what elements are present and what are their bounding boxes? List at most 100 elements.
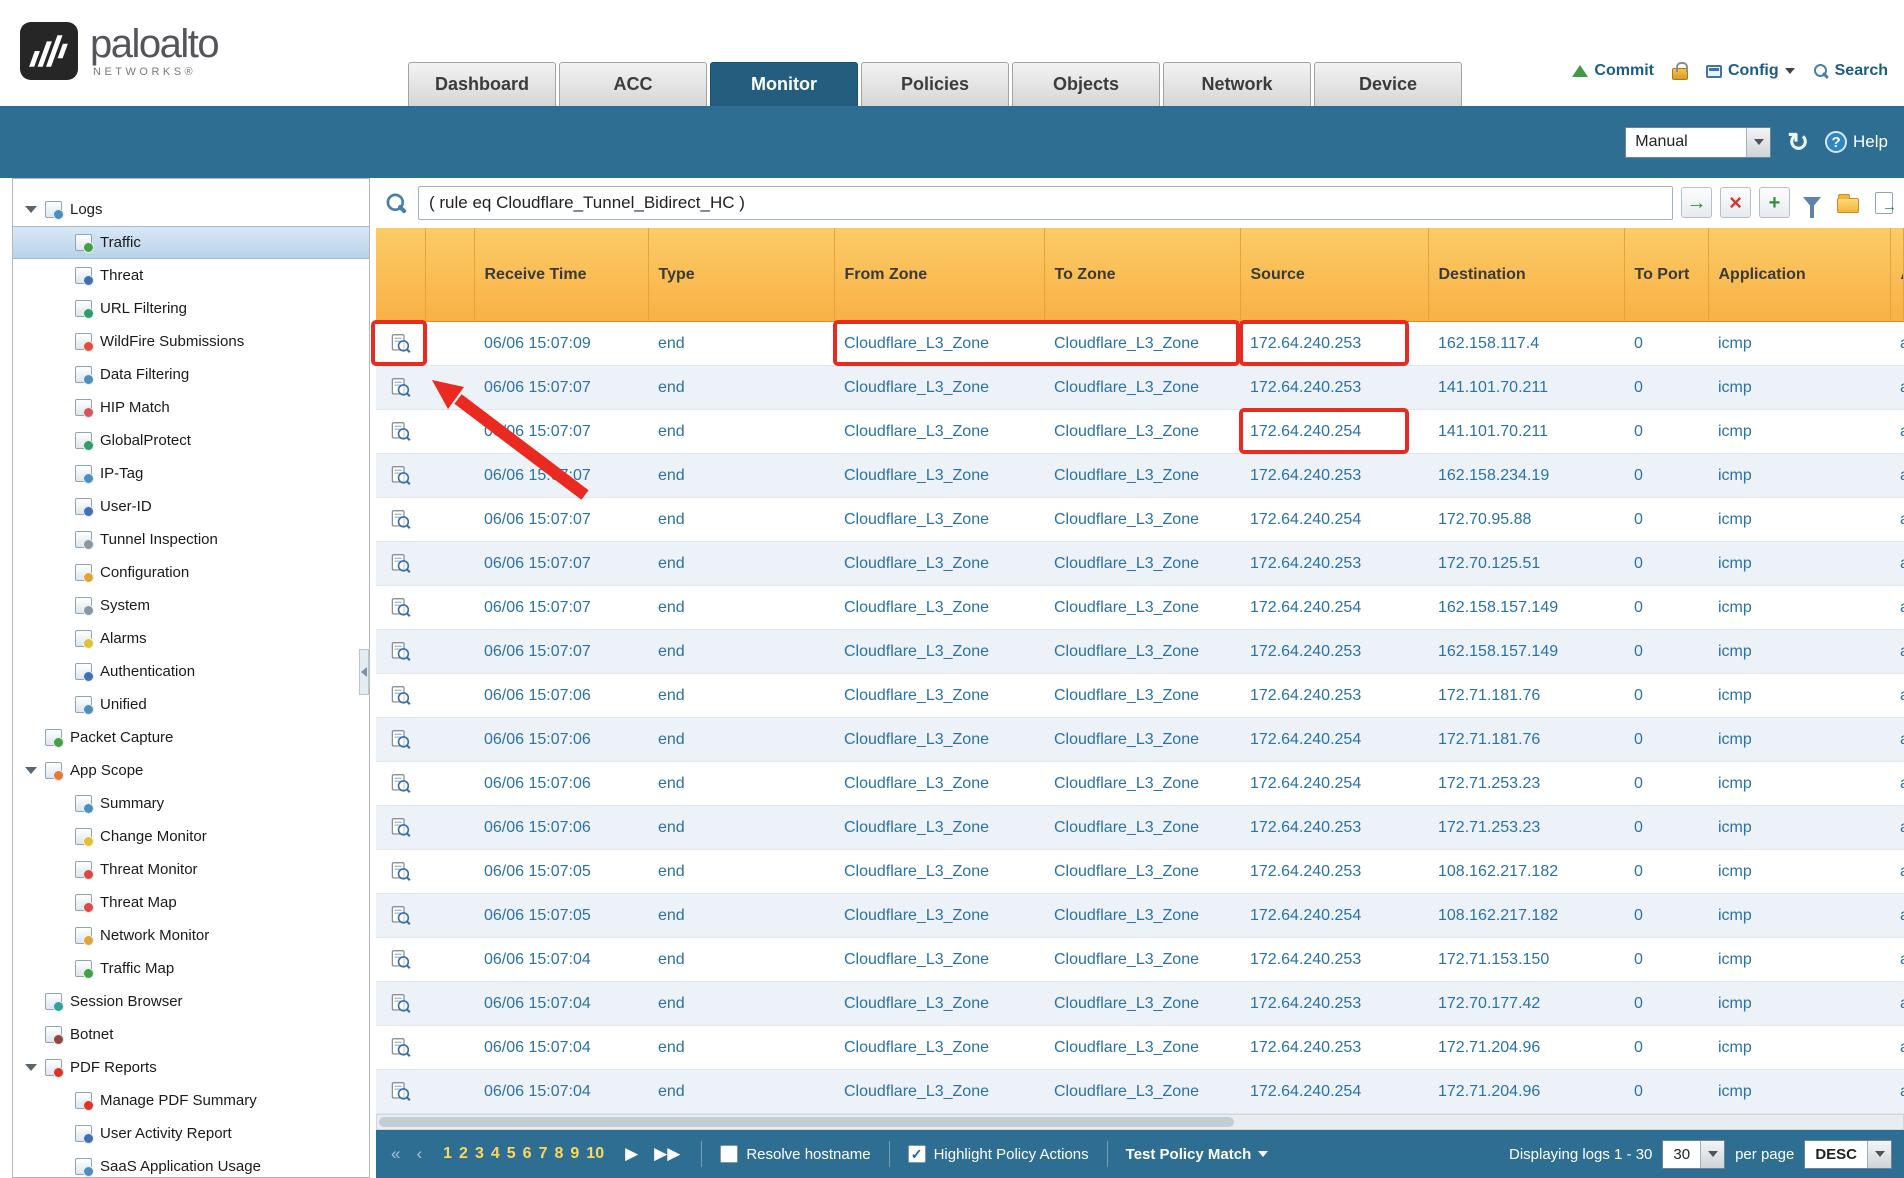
table-row[interactable]: 06/06 15:07:09 end Cloudflare_L3_Zone Cl… <box>376 322 1904 366</box>
expand-caret-icon[interactable] <box>25 1064 37 1071</box>
log-detail-icon[interactable] <box>390 773 411 794</box>
cell-source[interactable]: 172.64.240.253 <box>1240 322 1428 366</box>
log-detail-icon[interactable] <box>390 1037 411 1058</box>
sidebar-item-threat-monitor[interactable]: Threat Monitor <box>13 853 369 886</box>
log-detail-icon[interactable] <box>390 861 411 882</box>
sort-order-select[interactable]: DESC <box>1804 1140 1892 1169</box>
sidebar-item-user-activity-report[interactable]: User Activity Report <box>13 1117 369 1150</box>
cell-detail[interactable] <box>376 630 425 674</box>
cell-detail[interactable] <box>376 674 425 718</box>
cell-detail[interactable] <box>376 982 425 1026</box>
cell-from-zone[interactable]: Cloudflare_L3_Zone <box>834 410 1044 454</box>
cell-to-zone[interactable]: Cloudflare_L3_Zone <box>1044 718 1240 762</box>
cell-source[interactable]: 172.64.240.253 <box>1240 542 1428 586</box>
tab-acc[interactable]: ACC <box>559 62 707 106</box>
resolve-hostname-checkbox[interactable] <box>720 1145 738 1163</box>
cell-destination[interactable]: 172.71.181.76 <box>1428 674 1624 718</box>
sidebar-item-manage-pdf-summary[interactable]: Manage PDF Summary <box>13 1084 369 1117</box>
cell-source[interactable]: 172.64.240.253 <box>1240 366 1428 410</box>
table-row[interactable]: 06/06 15:07:04 end Cloudflare_L3_Zone Cl… <box>376 938 1904 982</box>
cell-source[interactable]: 172.64.240.254 <box>1240 718 1428 762</box>
cell-source[interactable]: 172.64.240.254 <box>1240 894 1428 938</box>
page-number[interactable]: 4 <box>491 1145 500 1163</box>
cell-from-zone[interactable]: Cloudflare_L3_Zone <box>834 982 1044 1026</box>
cell-destination[interactable]: 172.71.204.96 <box>1428 1026 1624 1070</box>
cell-application[interactable]: icmp <box>1708 366 1890 410</box>
sidebar-item-threat-map[interactable]: Threat Map <box>13 886 369 919</box>
cell-source[interactable]: 172.64.240.254 <box>1240 410 1428 454</box>
cell-destination[interactable]: 162.158.157.149 <box>1428 630 1624 674</box>
cell-application[interactable]: icmp <box>1708 410 1890 454</box>
log-detail-icon[interactable] <box>390 729 411 750</box>
cell-detail[interactable] <box>376 1070 425 1114</box>
sidebar-item-ip-tag[interactable]: IP-Tag <box>13 457 369 490</box>
cell-detail[interactable] <box>376 366 425 410</box>
cell-source[interactable]: 172.64.240.254 <box>1240 586 1428 630</box>
col-source[interactable]: Source <box>1240 228 1428 322</box>
cell-source[interactable]: 172.64.240.254 <box>1240 1070 1428 1114</box>
table-row[interactable]: 06/06 15:07:06 end Cloudflare_L3_Zone Cl… <box>376 674 1904 718</box>
cell-to-zone[interactable]: Cloudflare_L3_Zone <box>1044 1026 1240 1070</box>
sidebar-item-system[interactable]: System <box>13 589 369 622</box>
cell-detail[interactable] <box>376 322 425 366</box>
cell-destination[interactable]: 108.162.217.182 <box>1428 894 1624 938</box>
log-detail-icon[interactable] <box>390 553 411 574</box>
cell-from-zone[interactable]: Cloudflare_L3_Zone <box>834 322 1044 366</box>
cell-application[interactable]: icmp <box>1708 718 1890 762</box>
table-row[interactable]: 06/06 15:07:07 end Cloudflare_L3_Zone Cl… <box>376 498 1904 542</box>
cell-from-zone[interactable]: Cloudflare_L3_Zone <box>834 806 1044 850</box>
log-detail-icon[interactable] <box>390 905 411 926</box>
page-number[interactable]: 3 <box>475 1145 484 1163</box>
page-size-dropdown-button[interactable] <box>1700 1141 1724 1168</box>
sidebar-item-saas-application-usage[interactable]: SaaS Application Usage <box>13 1150 369 1178</box>
col-flags[interactable] <box>425 228 474 322</box>
cell-detail[interactable] <box>376 938 425 982</box>
table-row[interactable]: 06/06 15:07:07 end Cloudflare_L3_Zone Cl… <box>376 630 1904 674</box>
tab-objects[interactable]: Objects <box>1012 62 1160 106</box>
col-receive-time[interactable]: Receive Time <box>474 228 648 322</box>
log-detail-icon[interactable] <box>390 641 411 662</box>
test-policy-match-menu[interactable]: Test Policy Match <box>1126 1146 1269 1163</box>
log-detail-icon[interactable] <box>390 993 411 1014</box>
table-row[interactable]: 06/06 15:07:07 end Cloudflare_L3_Zone Cl… <box>376 454 1904 498</box>
help-button[interactable]: ? Help <box>1825 131 1888 153</box>
cell-destination[interactable]: 172.70.95.88 <box>1428 498 1624 542</box>
cell-destination[interactable]: 172.71.253.23 <box>1428 806 1624 850</box>
table-row[interactable]: 06/06 15:07:06 end Cloudflare_L3_Zone Cl… <box>376 806 1904 850</box>
horizontal-scrollbar[interactable] <box>376 1114 1904 1130</box>
page-number[interactable]: 10 <box>586 1145 604 1163</box>
log-detail-icon[interactable] <box>390 421 411 442</box>
highlight-policy-actions-checkbox[interactable]: ✓ <box>908 1145 926 1163</box>
expand-caret-icon[interactable] <box>25 767 37 774</box>
cell-application[interactable]: icmp <box>1708 1026 1890 1070</box>
cell-from-zone[interactable]: Cloudflare_L3_Zone <box>834 498 1044 542</box>
cell-source[interactable]: 172.64.240.254 <box>1240 762 1428 806</box>
sidebar-item-configuration[interactable]: Configuration <box>13 556 369 589</box>
col-action[interactable]: A <box>1890 228 1904 322</box>
log-detail-icon[interactable] <box>390 465 411 486</box>
cell-to-zone[interactable]: Cloudflare_L3_Zone <box>1044 366 1240 410</box>
next-page-button[interactable]: ▶ <box>622 1144 641 1164</box>
sidebar-item-packet-capture[interactable]: Packet Capture <box>13 721 369 754</box>
col-application[interactable]: Application <box>1708 228 1890 322</box>
tab-monitor[interactable]: Monitor <box>710 62 858 106</box>
sidebar-item-unified[interactable]: Unified <box>13 688 369 721</box>
page-size-select[interactable]: 30 <box>1662 1140 1725 1169</box>
col-from-zone[interactable]: From Zone <box>834 228 1044 322</box>
cell-destination[interactable]: 162.158.157.149 <box>1428 586 1624 630</box>
cell-to-zone[interactable]: Cloudflare_L3_Zone <box>1044 410 1240 454</box>
cell-destination[interactable]: 162.158.117.4 <box>1428 322 1624 366</box>
sidebar-item-tunnel-inspection[interactable]: Tunnel Inspection <box>13 523 369 556</box>
sidebar-item-summary[interactable]: Summary <box>13 787 369 820</box>
cell-from-zone[interactable]: Cloudflare_L3_Zone <box>834 894 1044 938</box>
tab-policies[interactable]: Policies <box>861 62 1009 106</box>
cell-source[interactable]: 172.64.240.254 <box>1240 498 1428 542</box>
cell-destination[interactable]: 172.71.181.76 <box>1428 718 1624 762</box>
col-to-port[interactable]: To Port <box>1624 228 1708 322</box>
cell-destination[interactable]: 172.70.177.42 <box>1428 982 1624 1026</box>
cell-to-zone[interactable]: Cloudflare_L3_Zone <box>1044 498 1240 542</box>
cell-destination[interactable]: 172.71.153.150 <box>1428 938 1624 982</box>
cell-from-zone[interactable]: Cloudflare_L3_Zone <box>834 674 1044 718</box>
cell-application[interactable]: icmp <box>1708 850 1890 894</box>
export-logs-button[interactable] <box>1870 189 1898 217</box>
